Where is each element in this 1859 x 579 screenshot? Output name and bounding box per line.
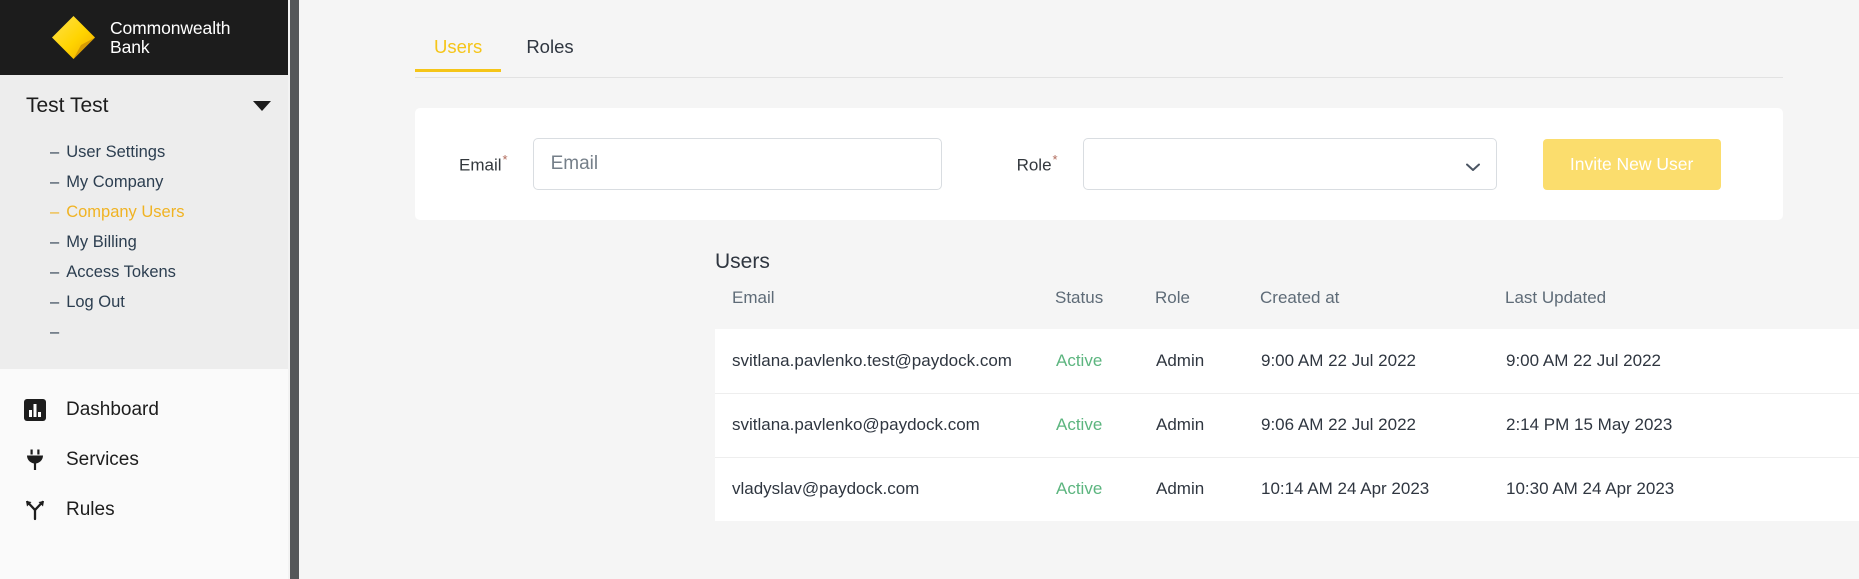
role-dropdown[interactable] <box>1082 138 1497 190</box>
main-content: Users Roles Email* Role* Invite New User… <box>299 0 1859 579</box>
invite-new-user-button[interactable]: Invite New User <box>1542 138 1721 190</box>
bullet-dash: – <box>50 292 60 311</box>
column-header-created-at: Created at <box>1260 288 1505 329</box>
status-badge: Active <box>1055 456 1155 521</box>
sidebar-item-label: My Billing <box>66 232 137 251</box>
sidebar-item-label: Rules <box>66 499 115 520</box>
brand-name: Commonwealth Bank <box>110 17 231 57</box>
cell-role: Admin <box>1155 392 1260 457</box>
sidebar-item-access-tokens[interactable]: – Access Tokens <box>0 257 299 287</box>
sidebar-item-user-settings[interactable]: – User Settings <box>0 137 299 167</box>
role-label: Role* <box>1017 152 1058 176</box>
sidebar-scrollbar[interactable] <box>290 0 299 579</box>
cell-actions <box>1835 456 1859 521</box>
account-toggle[interactable]: Test Test <box>0 89 299 123</box>
account-name: Test Test <box>26 94 109 117</box>
table-body: svitlana.pavlenko.test@paydock.com Activ… <box>715 329 1859 521</box>
sidebar-item-label: Access Tokens <box>66 262 176 281</box>
sidebar: Commonwealth Bank Test Test – User Setti… <box>0 0 299 579</box>
sidebar-item-dashboard[interactable]: Dashboard <box>0 385 299 435</box>
brand-line-2: Bank <box>110 36 150 57</box>
role-label-text: Role <box>1016 155 1052 175</box>
column-header-actions: Actions <box>1835 288 1859 329</box>
column-header-last-updated: Last Updated <box>1505 288 1835 329</box>
sidebar-item-my-company[interactable]: – My Company <box>0 167 299 197</box>
sidebar-item-rules[interactable]: Rules <box>0 485 299 535</box>
chevron-down-icon <box>1465 159 1480 171</box>
tab-bar: Users Roles <box>415 36 1783 78</box>
cell-email: vladyslav@paydock.com <box>715 456 1055 521</box>
bullet-dash: – <box>50 262 60 281</box>
sidebar-item-label: Services <box>66 449 139 470</box>
cell-created-at: 10:14 AM 24 Apr 2023 <box>1260 456 1505 521</box>
cell-created-at: 9:06 AM 22 Jul 2022 <box>1260 392 1505 457</box>
cell-last-updated: 2:14 PM 15 May 2023 <box>1505 392 1835 457</box>
sidebar-item-my-billing[interactable]: – My Billing <box>0 227 299 257</box>
invite-user-form: Email* Role* Invite New User <box>415 108 1783 220</box>
table-row: vladyslav@paydock.com Active Admin 10:14… <box>715 456 1859 521</box>
bullet-dash: – <box>50 172 60 191</box>
cell-role: Admin <box>1155 456 1260 521</box>
branch-fork-icon <box>22 497 48 523</box>
sidebar-item-label: Dashboard <box>66 399 159 420</box>
required-marker: * <box>502 152 508 168</box>
cell-last-updated: 9:00 AM 22 Jul 2022 <box>1506 350 1662 370</box>
sidebar-item-label: Log Out <box>66 292 125 311</box>
bullet-dash: – <box>50 232 60 251</box>
sidebar-item-company-users[interactable]: – Company Users <box>0 197 299 227</box>
table-header-row: Email Status Role Created at Last Update… <box>715 288 1859 329</box>
sidebar-item-audit[interactable]: – Log Out <box>0 287 299 317</box>
cell-email: svitlana.pavlenko@paydock.com <box>715 392 1055 457</box>
cell-email: svitlana.pavlenko.test@paydock.com <box>732 350 1012 370</box>
brand-line-1: Commonwealth <box>110 17 231 38</box>
plug-icon <box>22 447 48 473</box>
email-field[interactable] <box>532 138 942 190</box>
chevron-down-icon[interactable] <box>253 101 271 111</box>
cell-actions: Actions <box>1835 329 1859 393</box>
sidebar-item-log-out[interactable]: – <box>0 317 299 347</box>
brand-header[interactable]: Commonwealth Bank <box>0 0 299 75</box>
cell-created-at: 9:00 AM 22 Jul 2022 <box>1261 350 1417 370</box>
account-menu: – User Settings – My Company – Company U… <box>0 137 299 347</box>
tab-roles[interactable]: Roles <box>507 36 592 71</box>
bar-chart-icon <box>22 397 48 423</box>
tab-users[interactable]: Users <box>415 36 502 72</box>
account-section: Test Test – User Settings – My Company –… <box>0 75 299 369</box>
app-root: Commonwealth Bank Test Test – User Setti… <box>0 0 1859 579</box>
users-table-container: Email Status Role Created at Last Update… <box>715 288 1859 521</box>
page-title: Users <box>715 250 770 273</box>
table-row: svitlana.pavlenko.test@paydock.com Activ… <box>715 329 1859 393</box>
column-header-role: Role <box>1155 288 1260 329</box>
email-label: Email* <box>459 152 508 176</box>
email-label-text: Email <box>459 155 502 175</box>
sidebar-item-label: User Settings <box>66 142 166 161</box>
sidebar-item-label: Company Users <box>66 202 185 221</box>
bullet-dash: – <box>50 322 60 341</box>
column-header-email: Email <box>715 288 1055 329</box>
bullet-dash: – <box>50 202 60 221</box>
users-table: Email Status Role Created at Last Update… <box>715 288 1859 521</box>
required-marker: * <box>1052 152 1058 168</box>
table-row: svitlana.pavlenko@paydock.com Active Adm… <box>715 392 1859 457</box>
status-badge: Active <box>1055 392 1155 457</box>
sidebar-item-label: My Company <box>66 172 164 191</box>
sidebar-item-services[interactable]: Services <box>0 435 299 485</box>
cell-last-updated: 10:30 AM 24 Apr 2023 <box>1505 456 1835 521</box>
status-badge: Active <box>1056 350 1103 370</box>
table-header: Email Status Role Created at Last Update… <box>715 288 1859 329</box>
bullet-dash: – <box>50 142 60 161</box>
column-header-status: Status <box>1055 288 1155 329</box>
cell-role: Admin <box>1156 350 1205 370</box>
primary-nav: Dashboard Services Rules <box>0 369 299 535</box>
cba-diamond-logo-icon <box>50 14 97 61</box>
cell-actions <box>1835 392 1859 457</box>
